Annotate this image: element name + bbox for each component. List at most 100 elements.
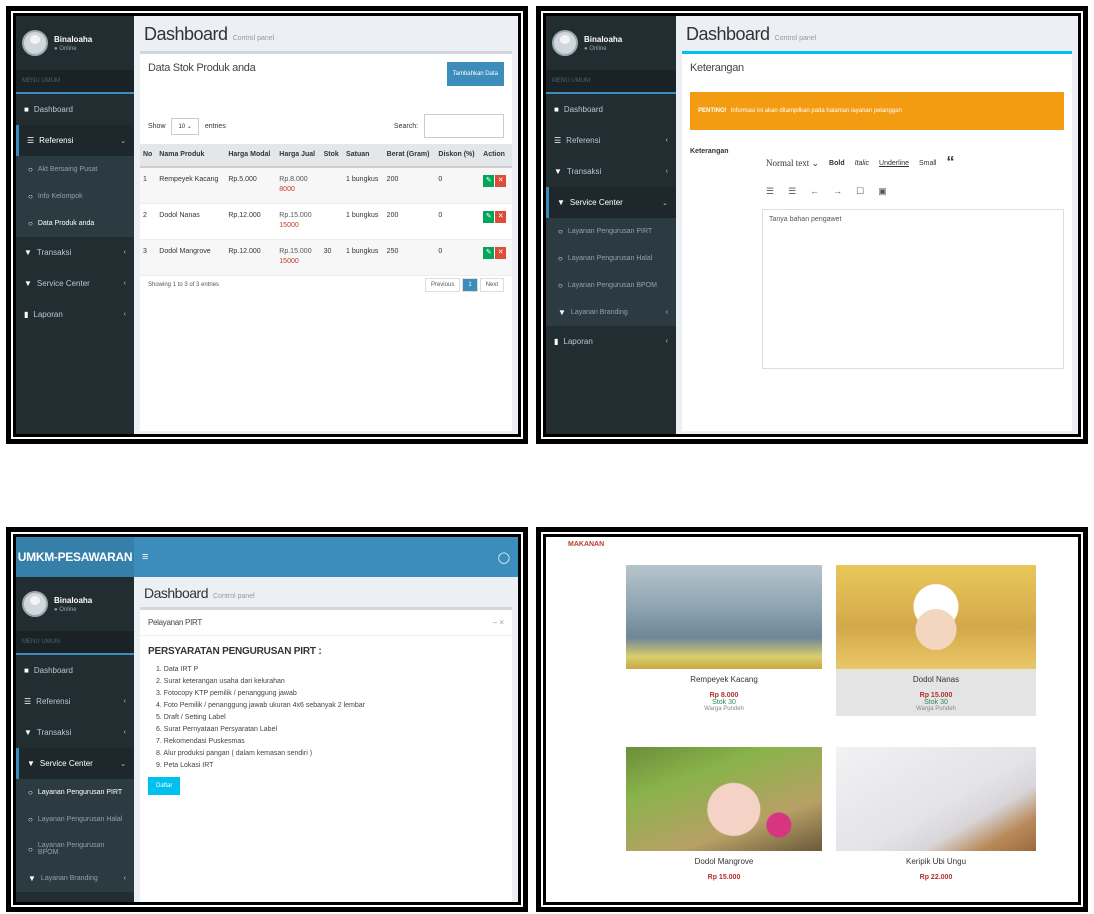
product-image[interactable] [626,747,822,851]
col-modal[interactable]: Harga Modal [225,144,277,168]
prev-button[interactable]: Previous [424,277,461,292]
chevron-left-icon: ‹ [665,338,668,345]
sidebar-subitem-pirt[interactable]: ○ Layanan Pengurusan PIRT [546,218,676,245]
circle-icon: ○ [28,165,33,174]
sidebar-item-referensi[interactable]: ☰ Referensi ‹ [546,125,676,156]
chevron-left-icon: ‹ [123,729,126,736]
sidebar-item-laporan[interactable]: ▮ Laporan ‹ [16,299,134,330]
product-image[interactable] [836,747,1036,851]
bullet-list-icon[interactable]: ☰ [766,186,774,197]
link-icon[interactable]: ☐ [856,186,864,197]
image-icon[interactable]: ▣ [878,186,887,197]
sidebar-subitem-bpom[interactable]: ○ Layanan Pengurusan BPOM [16,833,134,865]
edit-icon[interactable]: ✎ [483,174,495,187]
entries-select[interactable]: 10 ⌄ [171,117,199,135]
col-berat[interactable]: Berat (Gram) [383,144,436,168]
product-card[interactable]: Dodol Mangrove Rp 15.000 [626,747,822,881]
dashboard-icon: ■ [554,105,559,114]
sidebar-subitem-halal[interactable]: ○ Layanan Pengurusan Halal [546,245,676,272]
cell-action: ✎ ✕ [480,203,512,240]
col-nama[interactable]: Nama Produk [156,144,226,168]
numbered-list-icon[interactable]: ☰ [788,186,796,197]
alert-bold: PENTING! [698,108,727,114]
quote-icon[interactable]: “ [947,154,955,172]
sidebar-item-label: Layanan Branding [40,875,98,882]
cell-berat: 200 [383,166,436,204]
sidebar-item-laporan[interactable]: ▮ Laporan ‹ [546,326,676,357]
page-title-text: Dashboard [144,24,228,44]
register-button[interactable]: Daftar [148,777,181,795]
sidebar-item-dashboard[interactable]: ■ Dashboard [16,655,134,686]
edit-icon[interactable]: ✎ [483,210,495,223]
list-item: 5. Draft / Setting Label [156,713,226,721]
small-button[interactable]: Small [919,160,937,167]
table-row: 3 Dodol Mangrove Rp.12.000 Rp.15.000 1500… [140,239,512,276]
bold-button[interactable]: Bold [829,160,845,167]
box-tools[interactable]: – × [493,618,504,627]
price-original: Rp.15.000 [279,247,312,255]
menu-toggle-icon[interactable]: ≡ [142,551,148,563]
product-card[interactable]: Keripik Ubi Ungu Rp 22.000 [836,747,1036,881]
delete-icon[interactable]: ✕ [495,210,507,223]
sidebar-item-referensi[interactable]: ☰ Referensi ‹ [16,686,134,717]
underline-button[interactable]: Underline [879,160,909,167]
cell-jual: Rp.15.000 15000 [276,203,321,240]
box-title: Keterangan [690,62,744,74]
search-input[interactable] [424,114,504,138]
sidebar-subitem-pirt[interactable]: ○ Layanan Pengurusan PIRT [16,779,134,806]
editor-textarea[interactable]: Tanya bahan pengawet [762,209,1064,369]
indent-icon[interactable]: → [833,186,842,197]
col-no[interactable]: No [140,144,157,168]
sidebar-item-label: Layanan Pengurusan PIRT [567,228,653,235]
product-name[interactable]: Dodol Nanas [836,669,1036,688]
product-card[interactable]: Dodol Nanas Rp 15.000 Stok 30 Warga Pund… [836,565,1036,716]
table-row: 1 Rempeyek Kacang Rp.5.000 Rp.8.000 8000 … [140,166,512,204]
user-menu-icon[interactable]: ◯ [498,551,510,564]
product-card[interactable]: Rempeyek Kacang Rp 8.000 Stok 30 Warga P… [626,565,822,716]
sidebar-subitem-branding[interactable]: ▼ Layanan Branding ‹ [16,865,134,892]
user-info: Binaloaha ● Online [54,596,92,613]
col-diskon[interactable]: Diskon (%) [435,144,481,168]
app-logo[interactable]: UMKM-PESAWARAN [16,537,134,577]
sidebar-item-dashboard[interactable]: ■ Dashboard [16,94,134,125]
delete-icon[interactable]: ✕ [495,246,507,259]
sidebar-item-service[interactable]: ▼ Service Center ‹ [16,268,134,299]
sidebar-subitem-produk[interactable]: ○ Data Produk anda [16,210,134,237]
col-satuan[interactable]: Satuan [343,144,384,168]
product-name[interactable]: Keripik Ubi Ungu [836,851,1036,870]
page-button[interactable]: 1 [462,277,478,292]
sidebar-item-service[interactable]: ▼ Service Center ⌄ [16,748,134,779]
product-name[interactable]: Rempeyek Kacang [626,669,822,688]
delete-icon[interactable]: ✕ [495,174,507,187]
sidebar-subitem-kelompok[interactable]: ○ Info Kelompok [16,183,134,210]
sidebar-item-transaksi[interactable]: ▼ Transaksi ‹ [16,237,134,268]
sidebar-item-label: Dashboard [33,666,73,675]
sidebar-item-transaksi[interactable]: ▼ Transaksi ‹ [16,717,134,748]
sidebar-subitem-halal[interactable]: ○ Layanan Pengurusan Halal [16,806,134,833]
chevron-left-icon: ‹ [665,137,668,144]
add-data-button[interactable]: Tambahkan Data [446,62,504,86]
box-title: Pelayanan PIRT [140,610,512,636]
product-image[interactable] [836,565,1036,669]
editor-toolbar-secondary: ☰ ☰ ← → ☐ ▣ [762,178,1064,209]
product-image[interactable] [626,565,822,669]
sidebar-subitem-bpom[interactable]: ○ Layanan Pengurusan BPOM [546,272,676,299]
sidebar-item-transaksi[interactable]: ▼ Transaksi ‹ [546,156,676,187]
col-action[interactable]: Action [480,144,512,168]
format-dropdown[interactable]: Normal text ⌄ [766,158,819,169]
italic-button[interactable]: Italic [855,160,869,167]
sidebar-item-dashboard[interactable]: ■ Dashboard [546,94,676,125]
product-name[interactable]: Dodol Mangrove [626,851,822,870]
col-stok[interactable]: Stok [320,144,344,168]
sidebar-subitem-branding[interactable]: ▼ Layanan Branding ‹ [546,299,676,326]
outdent-icon[interactable]: ← [810,186,819,197]
next-button[interactable]: Next [479,277,504,292]
sidebar-item-service[interactable]: ▼ Service Center ⌄ [546,187,676,218]
sidebar-item-referensi[interactable]: ☰ Referensi ⌄ [16,125,134,156]
edit-icon[interactable]: ✎ [483,246,495,259]
page-title-text: Dashboard [686,24,770,44]
col-jual[interactable]: Harga Jual [276,144,321,168]
cell-jual: Rp.15.000 15000 [276,239,321,276]
cell-diskon: 0 [435,166,481,204]
sidebar-subitem-bersaing[interactable]: ○ Akt Bersaing Pusat [16,156,134,183]
